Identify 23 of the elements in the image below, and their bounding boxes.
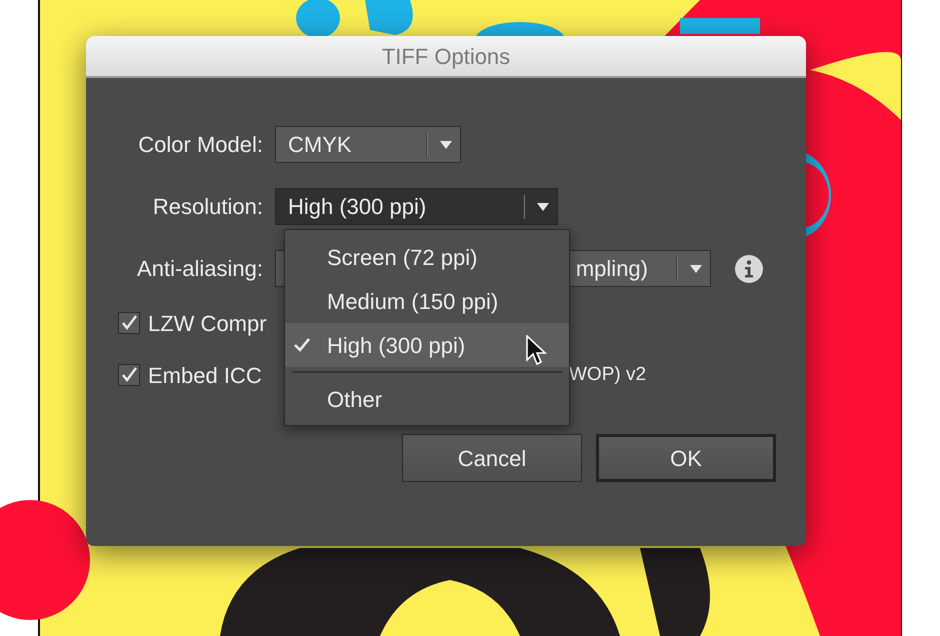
field-label: Resolution: — [152, 193, 264, 221]
dropdown[interactable]: High (300 ppi) — [275, 188, 558, 225]
checkbox[interactable] — [118, 364, 140, 386]
window-title: TIFF Options — [382, 42, 510, 71]
checkbox-label: Embed ICC — [148, 362, 262, 390]
menu-item[interactable]: Medium (150 ppi) — [285, 279, 569, 323]
cancel-button[interactable]: Cancel — [402, 434, 582, 482]
field-label: Color Model: — [137, 131, 264, 159]
ok-button[interactable]: OK — [596, 434, 776, 482]
caret-icon — [537, 202, 549, 210]
menu-item[interactable]: Screen (72 ppi) — [285, 235, 569, 279]
caret-icon — [440, 140, 452, 148]
field-label: Anti-aliasing: — [136, 255, 264, 283]
checkbox-label: LZW Compr — [148, 310, 267, 338]
cursor-icon — [526, 335, 548, 367]
menu-item[interactable]: Other — [285, 377, 569, 421]
info-icon[interactable] — [735, 254, 763, 282]
caret-icon — [690, 264, 702, 272]
dropdown[interactable]: CMYK — [275, 126, 461, 163]
menu-item[interactable]: High (300 ppi) — [285, 323, 569, 367]
checkbox[interactable] — [118, 312, 140, 334]
option-text: WOP) v2 — [569, 362, 646, 387]
checkmark-icon — [293, 337, 311, 353]
